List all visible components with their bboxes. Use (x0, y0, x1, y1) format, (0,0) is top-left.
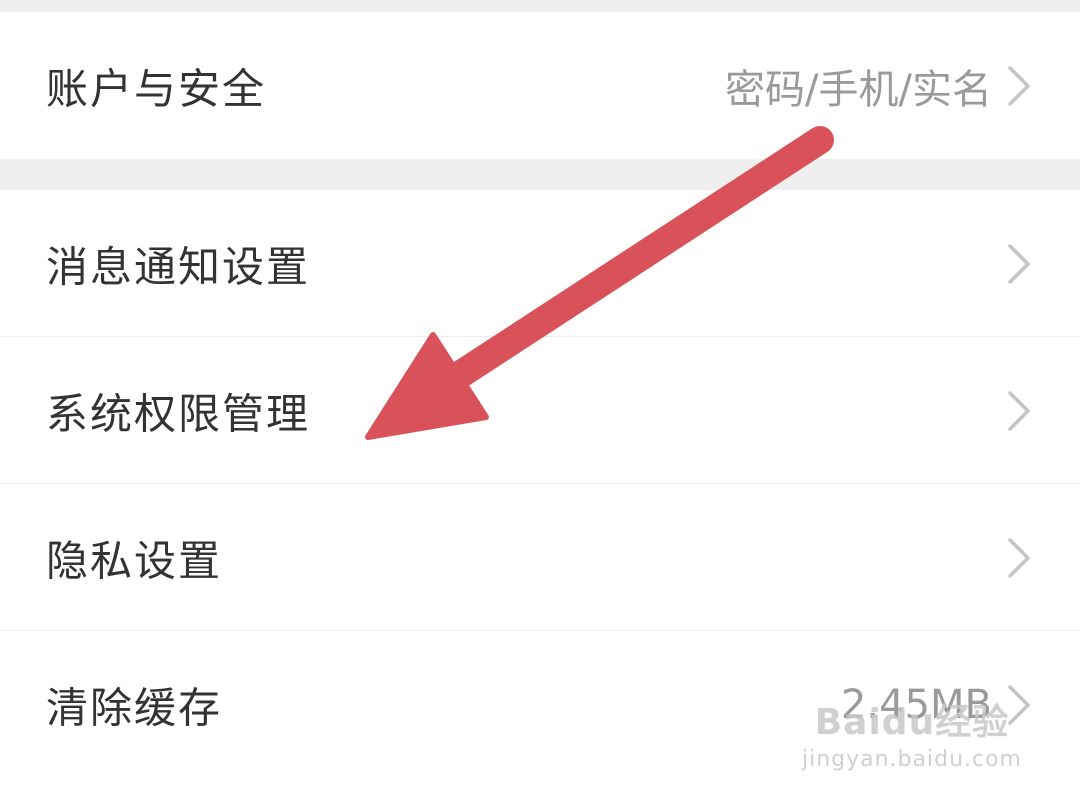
row-value: 密码/手机/实名 (725, 66, 992, 113)
row-label: 账户与安全 (46, 64, 267, 113)
section-gap (0, 159, 1080, 190)
chevron-right-icon (1008, 243, 1030, 284)
row-label: 清除缓存 (46, 683, 223, 732)
row-label: 系统权限管理 (46, 389, 311, 438)
settings-row-notifications[interactable]: 消息通知设置 (0, 190, 1080, 337)
settings-row-account-security[interactable]: 账户与安全 密码/手机/实名 (0, 12, 1080, 159)
chevron-right-icon (1008, 537, 1030, 578)
row-label: 隐私设置 (46, 536, 223, 585)
settings-page: 账户与安全 密码/手机/实名 消息通知设置 系统权限管理 隐私设置 清除缓存 2… (0, 0, 1080, 792)
chevron-right-icon (1008, 65, 1030, 106)
settings-row-system-permissions[interactable]: 系统权限管理 (0, 337, 1080, 484)
chevron-right-icon (1008, 390, 1030, 431)
settings-group-account: 账户与安全 密码/手机/实名 (0, 12, 1080, 159)
watermark-logo: Baidu经验 (814, 702, 1010, 743)
watermark-url: jingyan.baidu.com (801, 747, 1022, 772)
top-divider-strip (0, 0, 1080, 12)
row-label: 消息通知设置 (46, 242, 311, 291)
settings-row-privacy[interactable]: 隐私设置 (0, 484, 1080, 631)
baidu-watermark: Baidu经验 jingyan.baidu.com (802, 693, 1022, 772)
